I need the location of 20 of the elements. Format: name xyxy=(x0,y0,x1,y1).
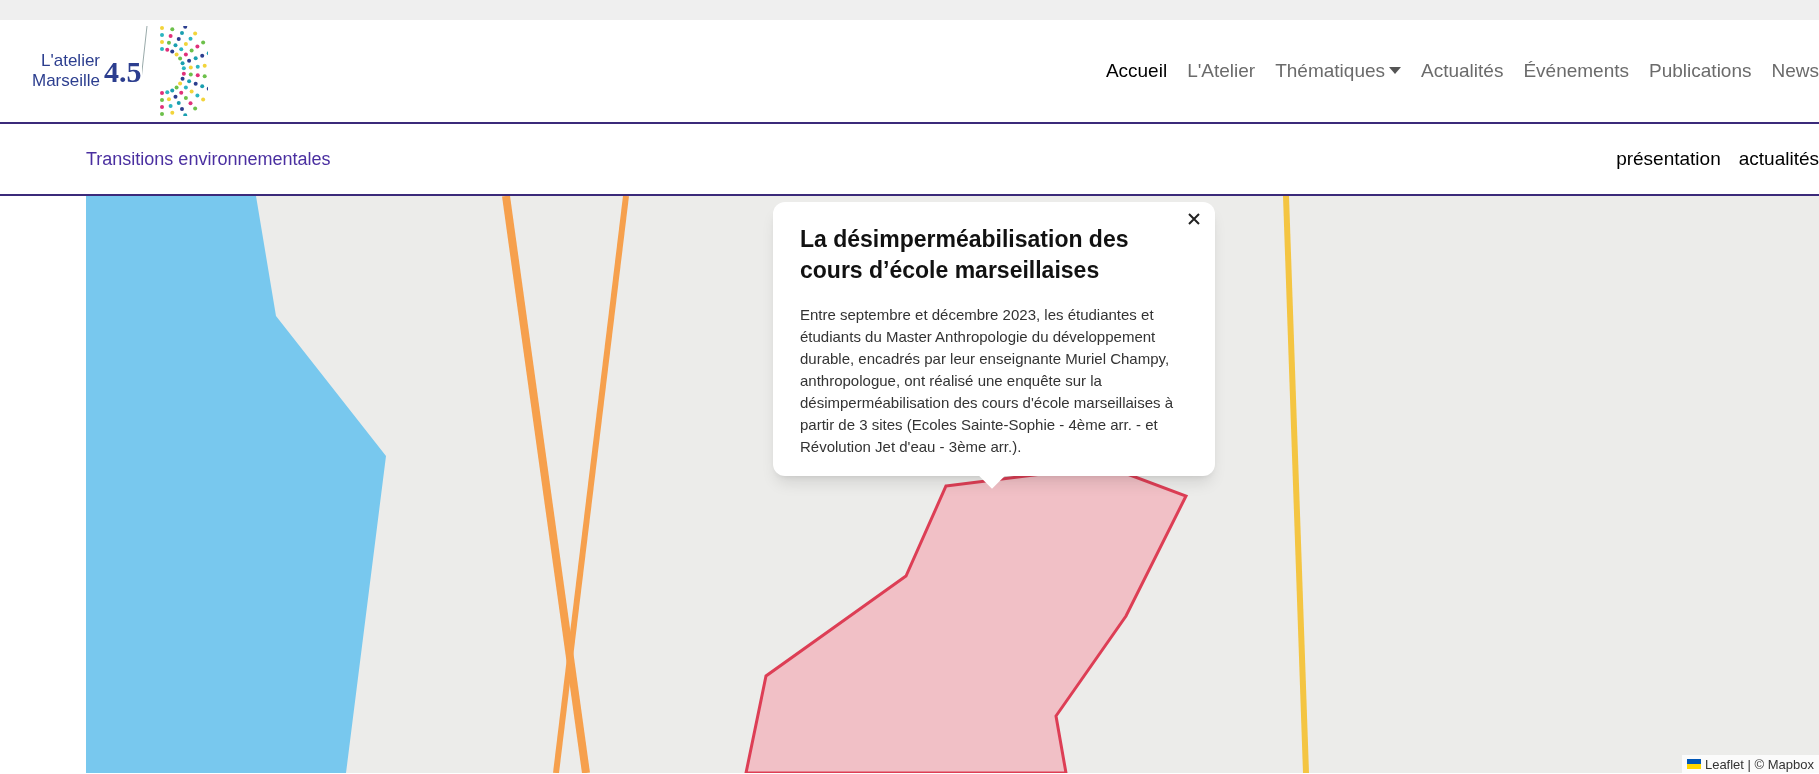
nav-link[interactable]: Accueil xyxy=(1105,56,1168,86)
flag-icon xyxy=(1686,759,1701,770)
nav-link[interactable]: Thématiques xyxy=(1275,56,1402,86)
nav-link[interactable]: Actualités xyxy=(1421,56,1504,86)
close-icon xyxy=(1188,213,1200,225)
logo-text: Marseille xyxy=(32,71,101,91)
logo-text: L'atelier xyxy=(41,51,101,71)
caret-icon xyxy=(1389,67,1402,75)
nav-link[interactable]: Publications xyxy=(1649,56,1752,86)
section-link[interactable]: actualités xyxy=(1738,144,1819,174)
dot-burst-icon xyxy=(141,26,208,116)
attribution-text: Leaflet | © Mapbox xyxy=(1704,755,1814,774)
section-title: Transitions environnementales xyxy=(86,147,331,171)
logo-number: 4.5 xyxy=(104,53,142,90)
nav-link[interactable]: Événements xyxy=(1523,56,1630,86)
section-link[interactable]: présentation xyxy=(1616,144,1721,174)
popup-title: La désimperméabilisation des cours d’école marseillaises xyxy=(800,225,1130,285)
popup-text: Entre septembre et décembre 2023, les étudiantes et étudiants du Master Anthropologie du développement durable, encadrés par leur enseignante Muriel Champy, anthropologue, ont réalisé une enquête sur la désimperméabilisation des cours d'école marseillaises à partir de 3 sites (Ecoles Sainte-Sophie - 4ème arr. - et Révolution Jet d'eau - 3ème arr.). xyxy=(800,305,1175,457)
nav-link[interactable]: L'Atelier xyxy=(1187,56,1256,86)
nav-link[interactable]: News xyxy=(1771,56,1819,86)
